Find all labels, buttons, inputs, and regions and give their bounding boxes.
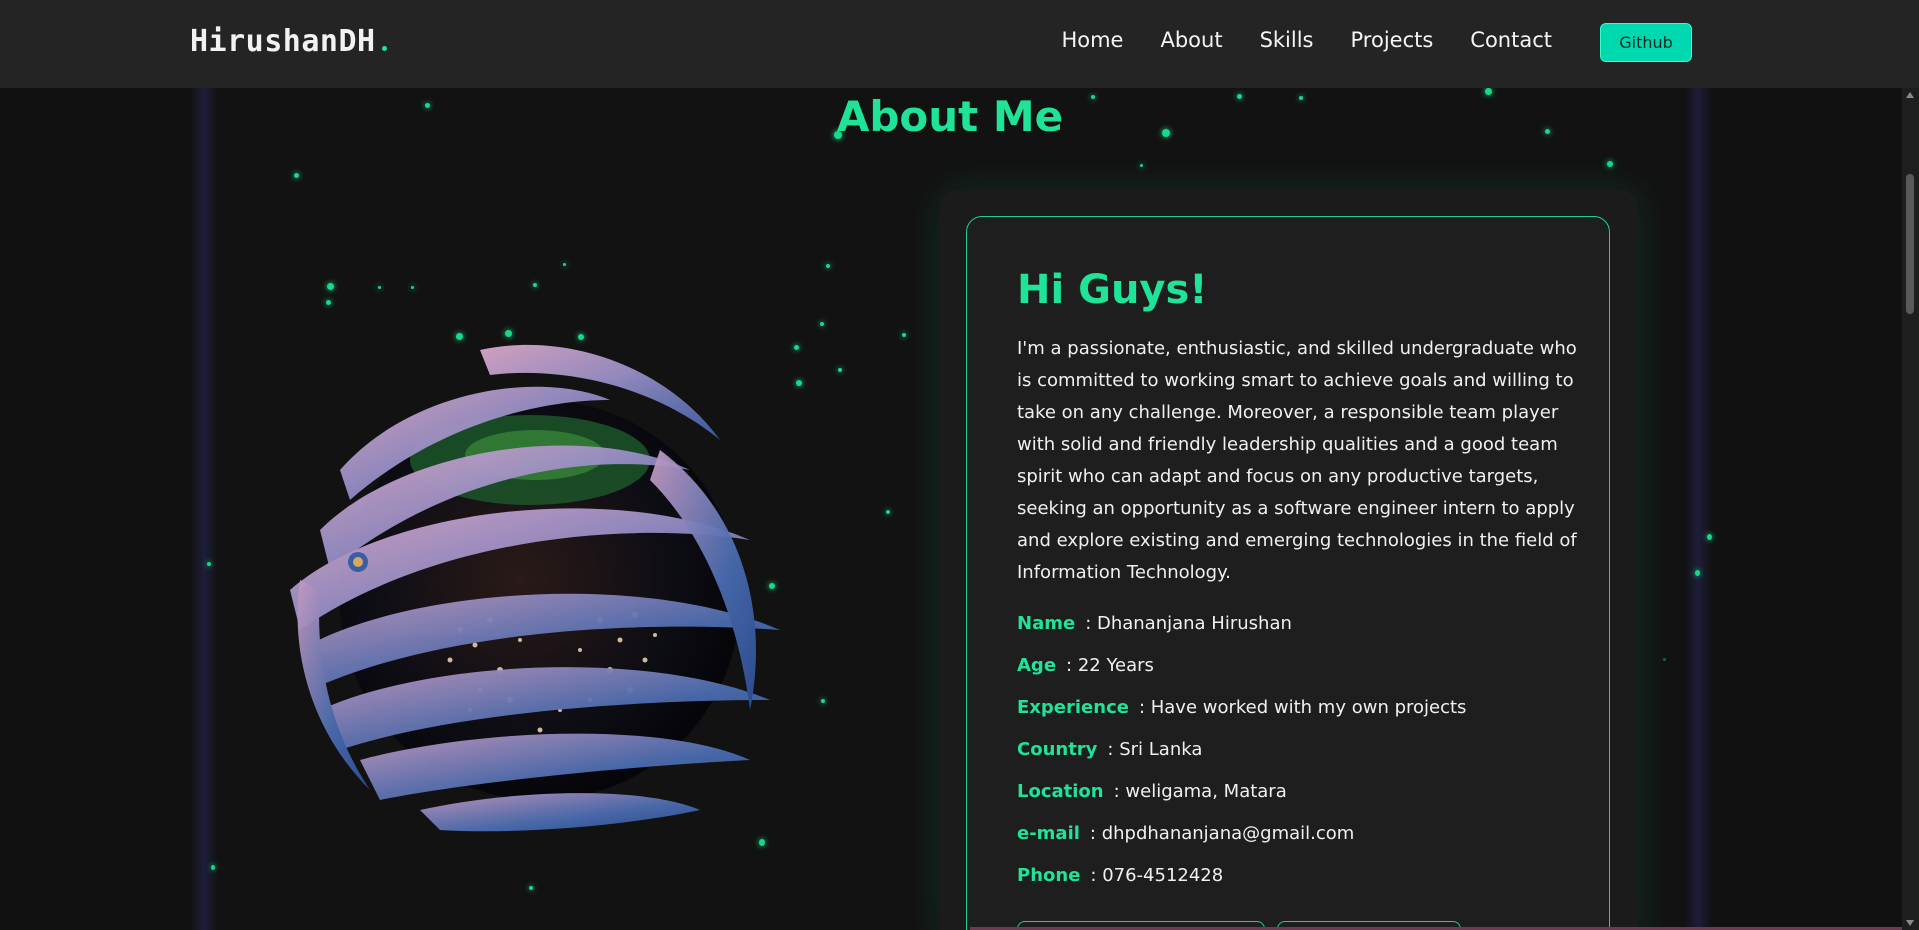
about-card: Hi Guys! I'm a passionate, enthusiastic,… (966, 216, 1610, 930)
nav-link-home[interactable]: Home (1061, 28, 1123, 52)
brand-logo[interactable]: HirushanDH (190, 24, 387, 59)
particle (411, 286, 414, 289)
info-label: Location (1017, 781, 1104, 802)
particle (1607, 161, 1613, 167)
nav-links: Home About Skills Projects Contact (1024, 28, 1552, 52)
info-label: Country (1017, 739, 1098, 760)
info-row-name: Name : Dhananjana Hirushan (1017, 613, 1577, 655)
page: HirushanDH Home About Skills Projects Co… (0, 0, 1919, 930)
globe-illustration (280, 330, 820, 870)
scroll-down-arrow-icon[interactable] (1906, 920, 1914, 926)
particle (1707, 534, 1712, 540)
particle (902, 333, 906, 337)
info-value: : Have worked with my own projects (1138, 697, 1467, 718)
info-row-experience: Experience : Have worked with my own proj… (1017, 697, 1577, 739)
particle (327, 283, 334, 290)
particle (820, 322, 824, 326)
info-row-location: Location : weligama, Matara (1017, 781, 1577, 823)
info-label: e-mail (1017, 823, 1080, 844)
particle (378, 286, 381, 289)
nav-link-projects[interactable]: Projects (1351, 28, 1434, 52)
section-title: About Me (836, 92, 1064, 141)
info-row-country: Country : Sri Lanka (1017, 739, 1577, 781)
info-value: : Sri Lanka (1107, 739, 1203, 760)
info-row-age: Age : 22 Years (1017, 655, 1577, 697)
info-label: Age (1017, 655, 1057, 676)
particle (886, 510, 890, 514)
info-value: : Dhananjana Hirushan (1085, 613, 1292, 634)
particle (1663, 658, 1666, 661)
navbar: HirushanDH Home About Skills Projects Co… (0, 0, 1919, 88)
greeting-heading: Hi Guys! (1017, 267, 1208, 313)
right-glow-band (1684, 88, 1712, 930)
info-row-email: e-mail : dhpdhananjana@gmail.com (1017, 823, 1577, 865)
brand-text: HirushanDH (190, 24, 376, 59)
left-glow-band (190, 88, 218, 930)
info-value: : dhpdhananjana@gmail.com (1089, 823, 1355, 844)
bio-paragraph: I'm a passionate, enthusiastic, and skil… (1017, 338, 1577, 583)
particle (529, 886, 533, 890)
particle (563, 263, 566, 266)
particle (821, 699, 825, 703)
globe-icon (290, 344, 780, 832)
scroll-up-arrow-icon[interactable] (1906, 92, 1914, 98)
info-row-phone: Phone : 076-4512428 (1017, 865, 1577, 907)
particle (326, 300, 331, 305)
info-list: Name: Dhananjana Hirushan Age: 22 Years … (1017, 613, 1577, 907)
github-button[interactable]: Github (1600, 23, 1692, 62)
particle (207, 562, 211, 566)
brand-dot-icon (381, 46, 387, 51)
info-value: : weligama, Matara (1113, 781, 1287, 802)
info-label: Name (1017, 613, 1076, 634)
scrollbar-thumb[interactable] (1906, 174, 1914, 314)
particle (1695, 570, 1700, 576)
particle (826, 264, 830, 268)
info-label: Phone (1017, 865, 1081, 886)
nav-link-skills[interactable]: Skills (1260, 28, 1314, 52)
particle (533, 283, 537, 287)
info-label: Experience (1017, 697, 1129, 718)
info-value: : 22 Years (1066, 655, 1154, 676)
particle (294, 173, 299, 178)
info-value: : 076-4512428 (1090, 865, 1224, 886)
particle (838, 368, 842, 372)
nav-link-contact[interactable]: Contact (1470, 28, 1552, 52)
particle (211, 865, 215, 870)
nav-link-about[interactable]: About (1160, 28, 1222, 52)
page-scrollbar[interactable] (1902, 88, 1919, 930)
particle (1140, 164, 1143, 167)
